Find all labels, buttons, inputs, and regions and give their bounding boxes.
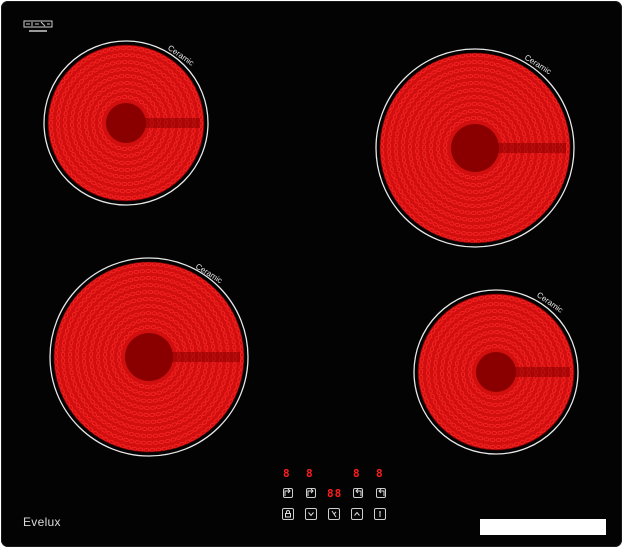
timer-display: 88 [327,487,343,500]
plus-button[interactable] [351,508,363,520]
timer-icon [331,510,337,518]
power-icon [379,511,381,517]
brand-logo: Evelux [23,515,61,529]
power-button[interactable] [374,508,386,520]
cooking-zone-rear-left[interactable]: Ceramic [43,40,209,206]
cooking-zone-rear-right[interactable]: Ceramic [375,48,575,248]
italy-logo-icon [23,19,53,35]
zone-display-4: 8 [376,467,384,480]
minus-button[interactable] [305,508,317,520]
zone-select-key-1[interactable] [283,488,293,498]
cooktop-glass: Ceramic Ceramic Ceramic Ceramic 8 8 8 8 … [1,1,622,547]
timer-button[interactable] [328,508,340,520]
white-label-strip [480,519,606,535]
chevron-up-icon [354,511,360,516]
zone-display-2: 8 [306,467,314,480]
zone-display-3: 8 [353,467,361,480]
zone-select-key-2[interactable] [306,488,316,498]
zone-display-1: 8 [283,467,291,480]
lock-icon [285,510,291,518]
chevron-down-icon [308,512,314,517]
lock-button[interactable] [282,508,294,520]
zone-select-key-4[interactable] [376,488,386,498]
zone-select-key-3[interactable] [353,488,363,498]
cooking-zone-front-left[interactable]: Ceramic [49,257,249,457]
cooking-zone-front-right[interactable]: Ceramic [413,289,579,455]
